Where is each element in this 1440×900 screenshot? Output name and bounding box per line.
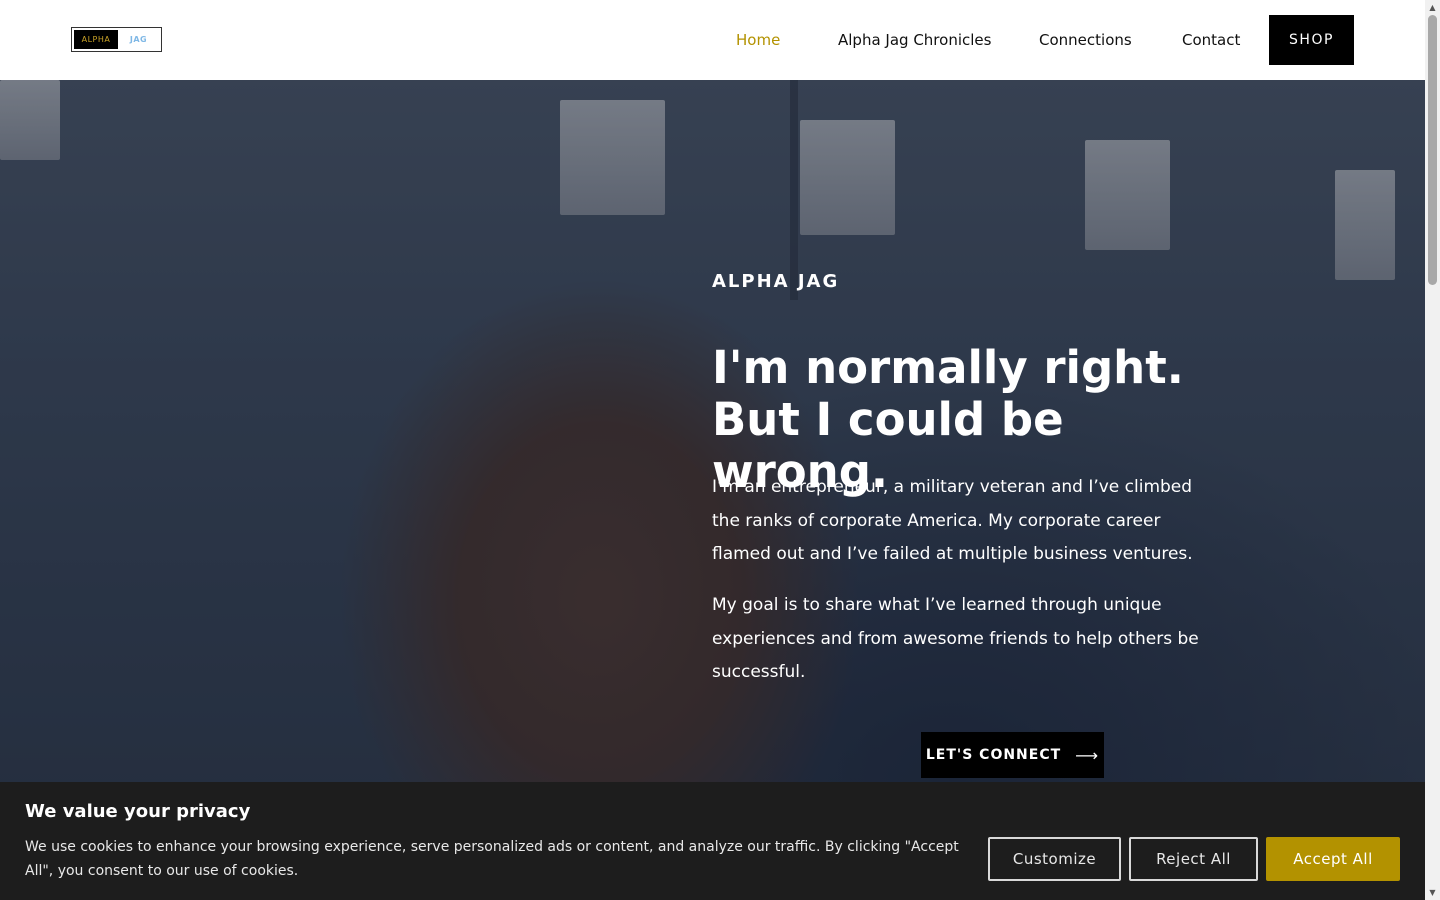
hero-paragraph-2: My goal is to share what I’ve learned th… [712, 595, 1199, 682]
scroll-up-icon[interactable]: ▲ [1425, 0, 1440, 15]
shop-button[interactable]: SHOP [1269, 15, 1354, 65]
scrollbar-thumb[interactable] [1428, 15, 1437, 285]
cookie-banner: We value your privacy We use cookies to … [0, 782, 1425, 900]
nav-alpha-jag-chronicles[interactable]: Alpha Jag Chronicles [838, 31, 991, 49]
hero-paragraph-1: I’m an entrepreneur, a military veteran … [712, 477, 1193, 564]
customize-button[interactable]: Customize [988, 837, 1121, 881]
site-header: ALPHA JAG Home Alpha Jag Chronicles Conn… [0, 0, 1425, 80]
page-scrollbar[interactable]: ▲ ▼ [1425, 0, 1440, 900]
arrow-right-icon: ⟶ [1075, 745, 1100, 765]
site-logo[interactable]: ALPHA JAG [71, 27, 162, 52]
lets-connect-label: LET'S CONNECT [925, 747, 1062, 763]
hero-kicker: ALPHA JAG [712, 271, 840, 292]
scroll-down-icon[interactable]: ▼ [1425, 885, 1440, 900]
hero-section: ALPHA JAG I'm normally right. But I coul… [0, 80, 1425, 900]
nav-contact[interactable]: Contact [1182, 31, 1240, 49]
logo-right-block: JAG [129, 35, 148, 44]
reject-all-button[interactable]: Reject All [1129, 837, 1258, 881]
cookie-title: We value your privacy [25, 801, 251, 822]
nav-home[interactable]: Home [736, 31, 780, 49]
lets-connect-button[interactable]: LET'S CONNECT ⟶ [921, 732, 1104, 778]
cookie-text: We use cookies to enhance your browsing … [25, 839, 959, 879]
logo-left-block: ALPHA [74, 30, 118, 49]
nav-connections[interactable]: Connections [1039, 31, 1132, 49]
accept-all-button[interactable]: Accept All [1266, 837, 1400, 881]
